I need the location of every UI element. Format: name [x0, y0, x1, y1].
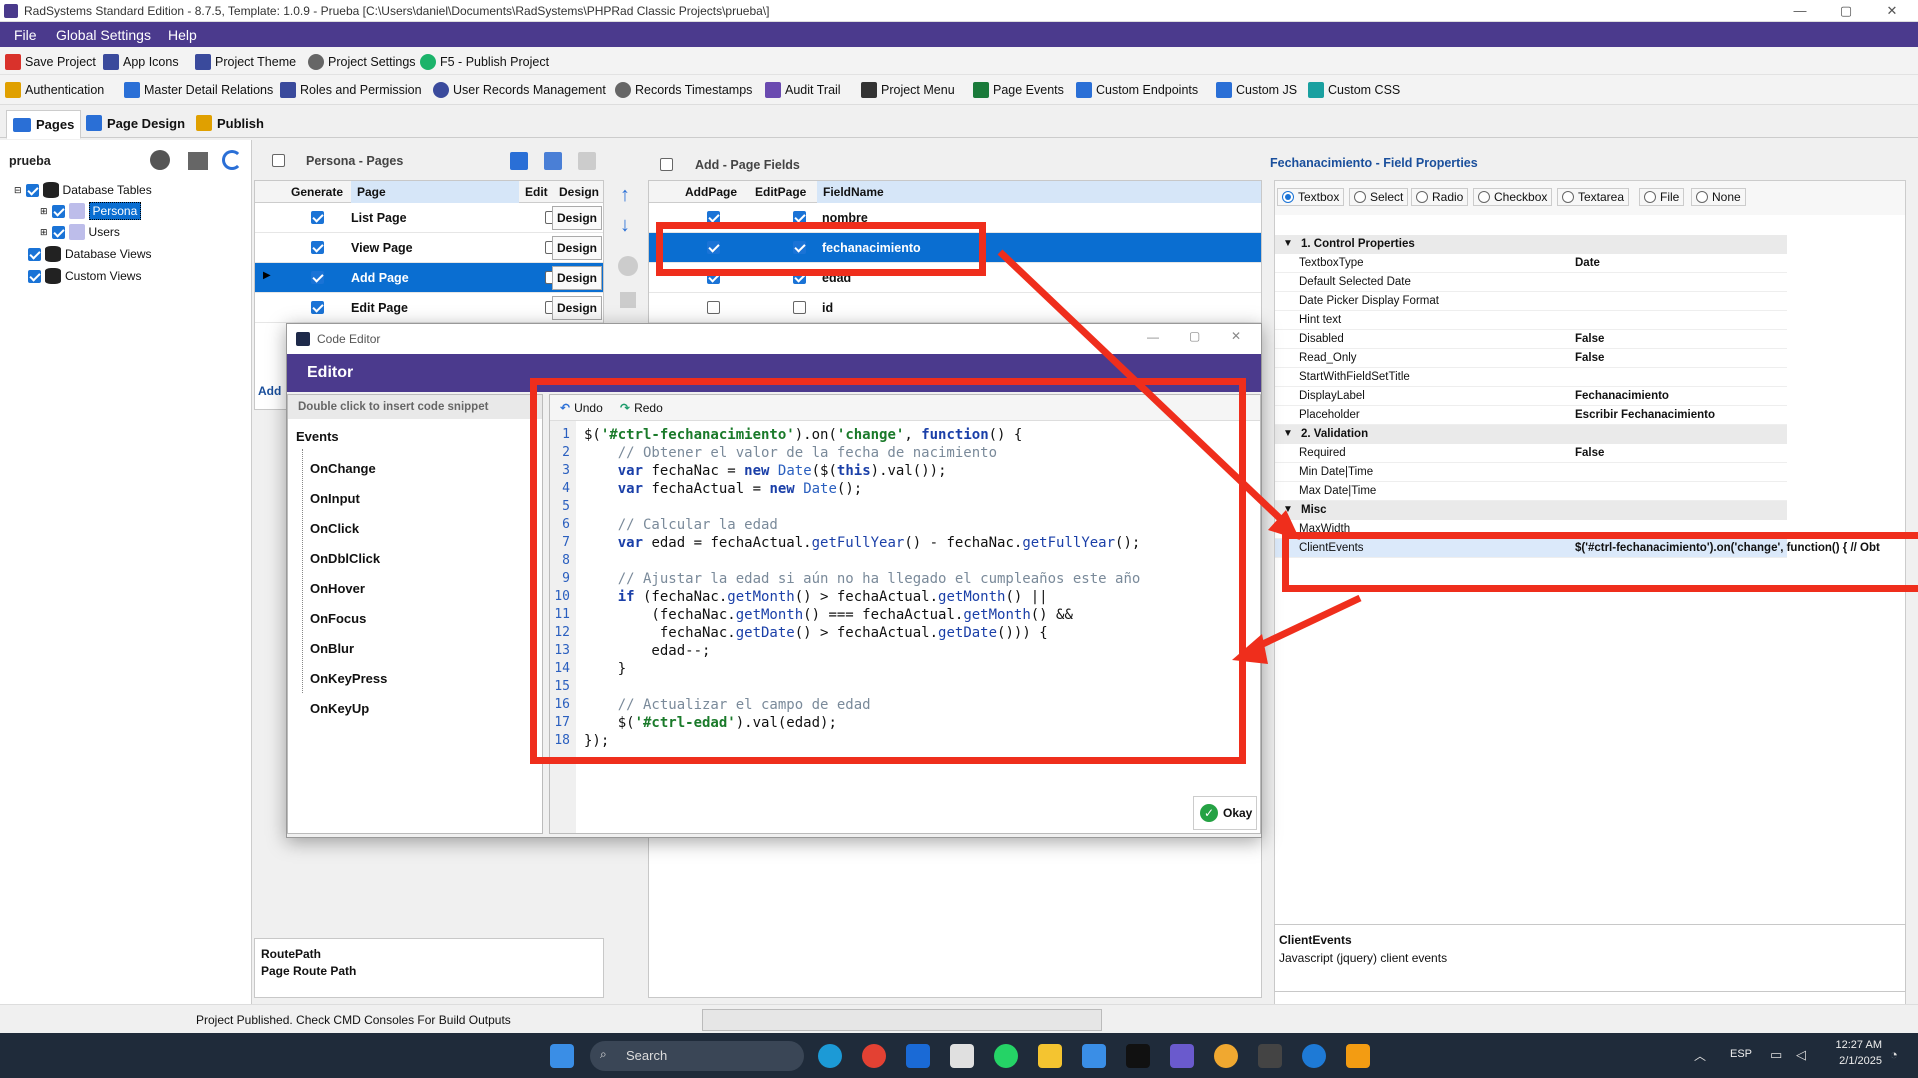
language-indicator[interactable]: ESP: [1730, 1048, 1752, 1060]
progress-bar: [702, 1009, 1102, 1031]
app-icon[interactable]: [1170, 1044, 1194, 1068]
store-icon[interactable]: [950, 1044, 974, 1068]
edge-icon[interactable]: [818, 1044, 842, 1068]
radsystems-icon[interactable]: [1346, 1044, 1370, 1068]
notifications-icon[interactable]: ◔: [1890, 1047, 1898, 1062]
clock-time[interactable]: 12:27 AM: [1826, 1039, 1882, 1051]
status-bar: Project Published. Check CMD Consoles Fo…: [0, 1004, 1918, 1033]
windows-start-icon[interactable]: [550, 1044, 574, 1068]
windows-taskbar: Search ⌕ ︿ ESP ▭ ◁ 12:27 AM 2/1/2025 ◔: [0, 1033, 1918, 1078]
notepad-icon[interactable]: [1082, 1044, 1106, 1068]
chrome-icon[interactable]: [862, 1044, 886, 1068]
file-explorer-icon[interactable]: [1038, 1044, 1062, 1068]
annotation-arrows: [997, 249, 1362, 664]
terminal-green-icon[interactable]: [1126, 1044, 1150, 1068]
browser-icon[interactable]: [1302, 1044, 1326, 1068]
cmd-icon[interactable]: [1258, 1044, 1282, 1068]
taskbar-search[interactable]: Search: [590, 1041, 804, 1071]
search-icon: ⌕: [600, 1047, 607, 1061]
tray-chevron-icon[interactable]: ︿: [1694, 1047, 1706, 1064]
status-text: Project Published. Check CMD Consoles Fo…: [196, 1013, 511, 1027]
outlook-icon[interactable]: [906, 1044, 930, 1068]
media-icon[interactable]: [1214, 1044, 1238, 1068]
clock-date[interactable]: 2/1/2025: [1826, 1055, 1882, 1067]
volume-icon[interactable]: ◁: [1796, 1047, 1806, 1063]
network-icon[interactable]: ▭: [1770, 1047, 1782, 1063]
whatsapp-icon[interactable]: [994, 1044, 1018, 1068]
